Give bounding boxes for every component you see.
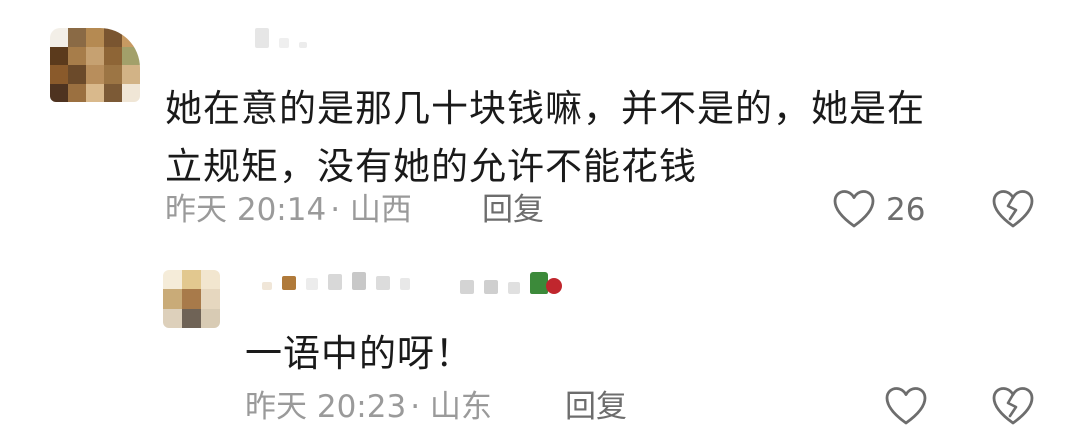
comment-meta: 昨天 20:14 · 山西 (165, 190, 412, 230)
comment-text: 她在意的是那几十块钱嘛，并不是的，她是在 立规矩，没有她的允许不能花钱 (165, 80, 1025, 196)
reply-text: 一语中的呀！ (245, 332, 473, 375)
comment-location: · 山西 (330, 192, 412, 228)
broken-heart-icon[interactable] (991, 189, 1035, 229)
reply-username-blurred[interactable] (262, 272, 410, 290)
comment-text-line: 立规矩，没有她的允许不能花钱 (165, 145, 697, 188)
reply-time: 昨天 20:23 (245, 389, 407, 425)
comment-time: 昨天 20:14 (165, 192, 327, 228)
reply-location: · 山东 (410, 389, 492, 425)
username-blurred[interactable] (255, 28, 307, 48)
reply-meta: 昨天 20:23 · 山东 (245, 387, 492, 427)
heart-outline-icon[interactable] (884, 386, 928, 426)
like-count: 26 (886, 192, 926, 228)
reply-button[interactable]: 回复 (565, 387, 627, 427)
reply-button[interactable]: 回复 (482, 190, 544, 230)
reply-avatar[interactable] (163, 270, 220, 328)
reply-username-blurred[interactable] (460, 272, 562, 294)
comment-text-line: 她在意的是那几十块钱嘛，并不是的，她是在 (165, 87, 925, 130)
heart-outline-icon[interactable] (832, 189, 876, 229)
broken-heart-icon[interactable] (991, 386, 1035, 426)
avatar[interactable] (50, 28, 140, 102)
